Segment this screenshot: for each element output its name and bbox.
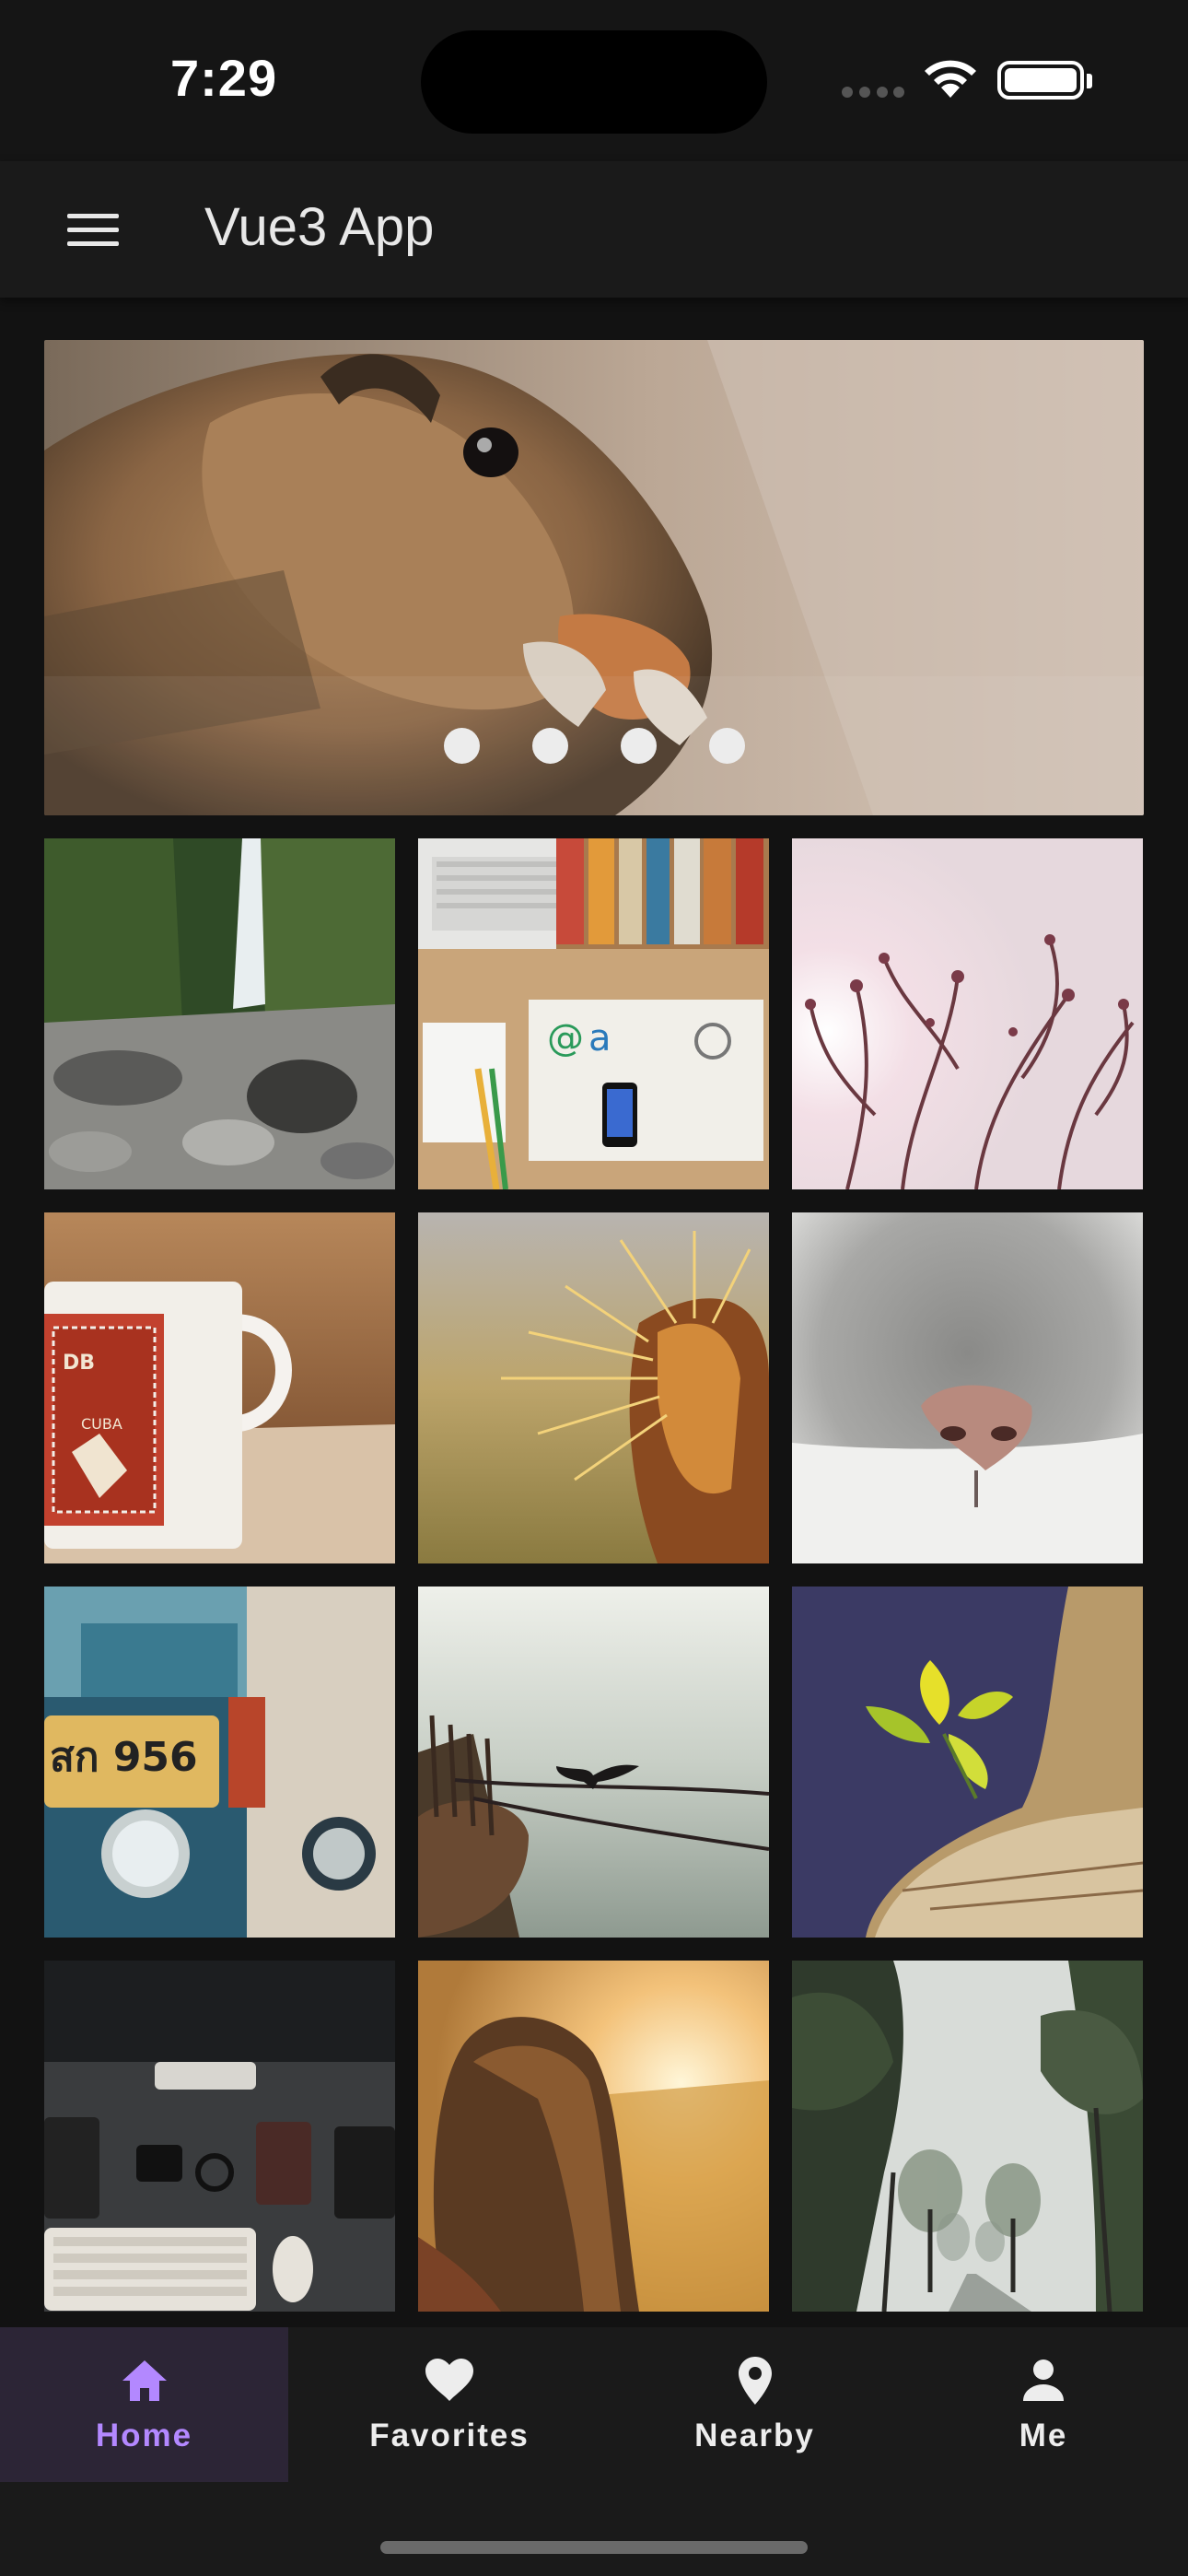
- carousel-dot-2[interactable]: [531, 728, 568, 764]
- photo-tile-cactus[interactable]: [418, 1212, 769, 1563]
- photo-tile-desk-keyboard[interactable]: [44, 1961, 395, 2312]
- photo-girl-sunset: [418, 1961, 769, 2312]
- carousel-dot-4[interactable]: [708, 728, 745, 764]
- nav-label-me: Me: [1019, 2418, 1068, 2453]
- photo-branches: [792, 838, 1143, 1189]
- carousel-dot-1[interactable]: [443, 728, 480, 764]
- nav-label-nearby: Nearby: [694, 2418, 815, 2453]
- svg-text:a: a: [588, 1017, 611, 1060]
- status-time: 7:29: [170, 49, 278, 107]
- heart-icon: [425, 2359, 473, 2401]
- hamburger-menu-icon[interactable]: [55, 200, 133, 259]
- bottom-navigation: Home Favorites Nearby Me: [0, 2327, 1188, 2576]
- photo-tile-foggy-road[interactable]: [792, 1961, 1143, 2312]
- svg-text:@: @: [547, 1017, 584, 1060]
- photo-tile-tuk-tuk[interactable]: สก 956: [44, 1587, 395, 1938]
- photo-tile-waterfall[interactable]: [44, 838, 395, 1189]
- nav-item-me[interactable]: Me: [899, 2327, 1188, 2482]
- photo-tile-flower-rock[interactable]: [792, 1587, 1143, 1938]
- battery-cap: [1087, 74, 1092, 88]
- svg-text:สก 956: สก 956: [50, 1734, 198, 1781]
- photo-grid: @ a DB CUBA สก 956: [44, 838, 1144, 2312]
- nav-label-favorites: Favorites: [369, 2418, 530, 2453]
- person-icon: [1023, 2359, 1064, 2401]
- photo-desk-keyboard: [44, 1961, 395, 2312]
- carousel-indicators: [44, 728, 1144, 764]
- photo-tile-stamp-mug[interactable]: DB CUBA: [44, 1212, 395, 1563]
- home-indicator[interactable]: [380, 2541, 808, 2554]
- location-pin-icon: [738, 2357, 772, 2405]
- photo-tile-branches[interactable]: [792, 838, 1143, 1189]
- svg-text:CUBA: CUBA: [81, 1415, 122, 1433]
- status-bar: 7:29: [0, 0, 1188, 161]
- carousel-dot-3[interactable]: [620, 728, 657, 764]
- photo-cat-nose: [792, 1212, 1143, 1563]
- photo-tuk-tuk: สก 956: [44, 1587, 395, 1938]
- photo-tile-desk-laptop[interactable]: @ a: [418, 838, 769, 1189]
- photo-tile-cormorant[interactable]: [418, 1587, 769, 1938]
- photo-tile-cat-nose[interactable]: [792, 1212, 1143, 1563]
- photo-tile-girl-sunset[interactable]: [418, 1961, 769, 2312]
- app-title: Vue3 App: [204, 197, 435, 257]
- nav-item-home[interactable]: Home: [0, 2327, 288, 2482]
- nav-item-favorites[interactable]: Favorites: [288, 2327, 611, 2482]
- photo-waterfall: [44, 838, 395, 1189]
- dynamic-island: [421, 30, 767, 134]
- photo-cactus: [418, 1212, 769, 1563]
- photo-cormorant: [418, 1587, 769, 1938]
- nav-label-home: Home: [95, 2418, 193, 2453]
- battery-icon: [997, 61, 1084, 100]
- photo-foggy-road: [792, 1961, 1143, 2312]
- svg-text:DB: DB: [63, 1352, 95, 1375]
- photo-stamp-mug: DB CUBA: [44, 1212, 395, 1563]
- nav-item-nearby[interactable]: Nearby: [611, 2327, 899, 2482]
- photo-desk-laptop: @ a: [418, 838, 769, 1189]
- photo-flower-rock: [792, 1587, 1143, 1938]
- home-icon: [122, 2360, 167, 2401]
- wifi-icon: [925, 60, 976, 98]
- app-bar: Vue3 App: [0, 161, 1188, 298]
- image-carousel[interactable]: [44, 340, 1144, 815]
- cellular-signal-icon: [842, 87, 904, 98]
